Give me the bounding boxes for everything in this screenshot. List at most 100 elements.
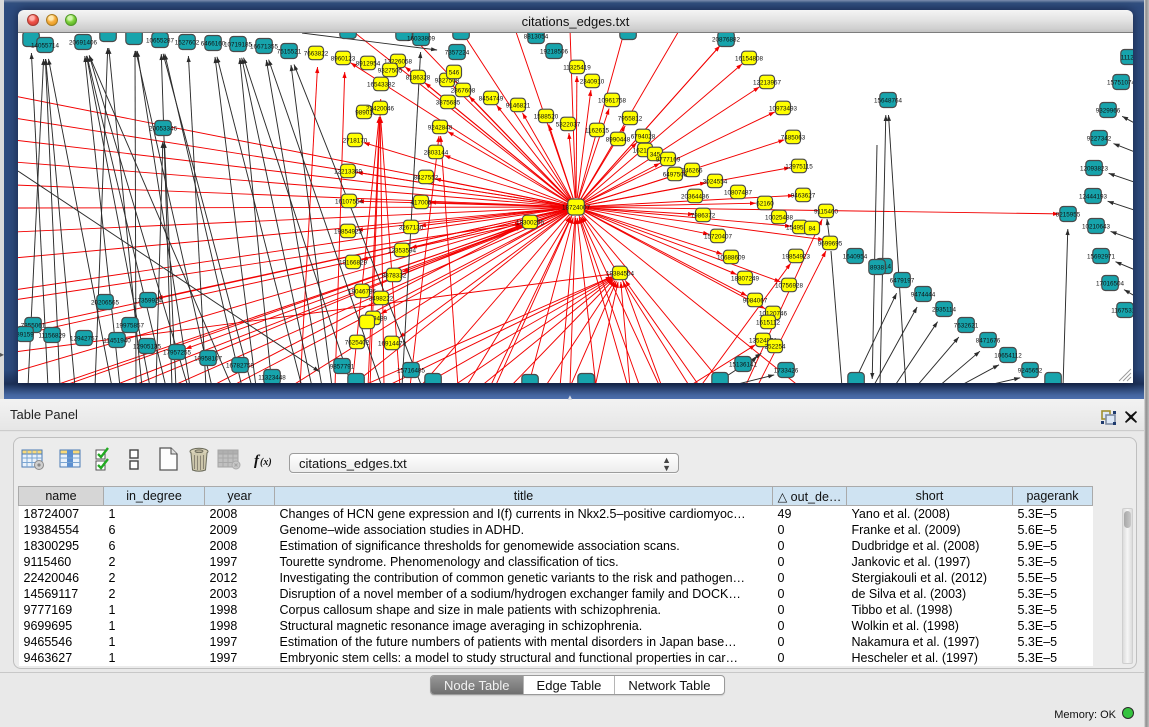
svg-text:1733426: 1733426 xyxy=(774,367,799,374)
svg-text:12905135: 12905135 xyxy=(133,343,162,350)
svg-text:9245652: 9245652 xyxy=(1018,367,1043,374)
svg-text:10958107: 10958107 xyxy=(194,355,223,362)
svg-text:1588520: 1588520 xyxy=(534,113,559,120)
svg-text:10210643: 10210643 xyxy=(1082,223,1111,230)
svg-text:10655287: 10655287 xyxy=(146,37,175,44)
svg-text:8813054: 8813054 xyxy=(524,33,549,40)
svg-text:11325419: 11325419 xyxy=(563,64,591,71)
svg-text:19854923: 19854923 xyxy=(782,253,811,260)
svg-text:9463627: 9463627 xyxy=(791,192,816,199)
svg-text:3498222: 3498222 xyxy=(369,295,394,302)
svg-text:20206565: 20206565 xyxy=(91,299,120,306)
svg-text:16033809: 16033809 xyxy=(407,35,436,42)
svg-text:6794028: 6794028 xyxy=(631,133,656,140)
svg-text:15692971: 15692971 xyxy=(1087,253,1116,260)
svg-text:16543382: 16543382 xyxy=(367,81,396,88)
svg-text:10688609: 10688609 xyxy=(717,254,746,261)
svg-text:8427552: 8427552 xyxy=(414,174,439,181)
svg-text:9146821: 9146821 xyxy=(506,102,531,109)
svg-text:7357224: 7357224 xyxy=(445,49,470,56)
svg-text:9327505: 9327505 xyxy=(378,67,403,74)
svg-text:11675317: 11675317 xyxy=(1111,307,1133,314)
svg-text:7515521: 7515521 xyxy=(277,48,302,55)
svg-text:20364436: 20364436 xyxy=(681,193,710,200)
svg-text:1615112: 1615112 xyxy=(756,319,781,326)
svg-text:9857791: 9857791 xyxy=(330,363,355,370)
svg-text:15716485: 15716485 xyxy=(397,367,426,374)
svg-text:8938: 8938 xyxy=(870,264,885,271)
svg-text:10807487: 10807487 xyxy=(724,189,753,196)
svg-text:9777169: 9777169 xyxy=(656,156,681,163)
svg-text:6497508: 6497508 xyxy=(663,171,688,178)
svg-text:17957255: 17957255 xyxy=(163,349,192,356)
svg-text:19166829: 19166829 xyxy=(339,259,368,266)
svg-text:(x): (x) xyxy=(260,457,272,468)
svg-text:19854923: 19854923 xyxy=(334,228,363,235)
svg-text:12213369: 12213369 xyxy=(334,168,363,175)
svg-text:8990448: 8990448 xyxy=(606,136,631,143)
svg-text:20053346: 20053346 xyxy=(149,125,178,132)
svg-text:10025488: 10025488 xyxy=(765,214,794,221)
svg-text:18724007: 18724007 xyxy=(562,204,591,211)
svg-text:9242848: 9242848 xyxy=(428,124,453,131)
svg-text:15136141: 15136141 xyxy=(729,361,758,368)
svg-text:19975857: 19975857 xyxy=(116,322,145,329)
svg-text:2935114: 2935114 xyxy=(932,306,957,313)
svg-text:6479197: 6479197 xyxy=(890,277,915,284)
svg-text:7955812: 7955812 xyxy=(618,115,643,122)
svg-text:17359924: 17359924 xyxy=(134,297,163,304)
svg-text:2803144: 2803144 xyxy=(424,149,449,156)
svg-text:12975115: 12975115 xyxy=(785,163,813,170)
svg-text:7485063: 7485063 xyxy=(781,134,806,141)
svg-text:1640954: 1640954 xyxy=(843,253,868,260)
svg-text:10961758: 10961758 xyxy=(598,97,627,104)
svg-text:15751074: 15751074 xyxy=(1107,79,1133,86)
svg-text:8471676: 8471676 xyxy=(976,337,1001,344)
svg-text:16107554: 16107554 xyxy=(335,198,364,205)
svg-text:546: 546 xyxy=(449,69,460,76)
svg-text:2867608: 2867608 xyxy=(451,87,476,94)
svg-text:7625402: 7625402 xyxy=(345,339,370,346)
svg-text:3875685: 3875685 xyxy=(436,99,461,106)
svg-text:84: 84 xyxy=(808,225,816,232)
svg-text:19384554: 19384554 xyxy=(606,270,635,277)
svg-text:23420046: 23420046 xyxy=(366,105,395,112)
svg-text:11323448: 11323448 xyxy=(258,374,286,381)
svg-text:9329966: 9329966 xyxy=(1096,107,1121,114)
svg-text:16782759: 16782759 xyxy=(226,362,255,369)
svg-text:7663822: 7663822 xyxy=(304,50,329,57)
svg-text:8878332: 8878332 xyxy=(382,272,407,279)
svg-text:10756928: 10756928 xyxy=(775,282,804,289)
svg-text:3267130: 3267130 xyxy=(399,224,424,231)
svg-text:8186328: 8186328 xyxy=(406,74,431,81)
svg-text:8912954: 8912954 xyxy=(356,60,381,67)
svg-text:11156829: 11156829 xyxy=(38,332,66,339)
svg-text:252254: 252254 xyxy=(764,343,786,350)
svg-text:8215955: 8215955 xyxy=(1056,211,1081,218)
svg-text:8960123: 8960123 xyxy=(331,55,356,62)
svg-text:16671355: 16671355 xyxy=(250,43,279,50)
svg-text:2340910: 2340910 xyxy=(580,78,605,85)
svg-text:20876882: 20876882 xyxy=(712,36,741,43)
svg-text:12213967: 12213967 xyxy=(753,79,782,86)
svg-text:7632621: 7632621 xyxy=(954,322,979,329)
svg-text:14055714: 14055714 xyxy=(31,42,60,49)
svg-text:10719185: 10719185 xyxy=(224,41,253,48)
svg-text:9227342: 9227342 xyxy=(1087,135,1112,142)
svg-text:2718170: 2718170 xyxy=(343,137,368,144)
svg-text:10654112: 10654112 xyxy=(994,352,1022,359)
svg-text:15648764: 15648764 xyxy=(874,97,903,104)
svg-text:39159: 39159 xyxy=(18,331,34,338)
svg-text:12444193: 12444193 xyxy=(1079,193,1108,200)
svg-text:18300295: 18300295 xyxy=(516,219,545,226)
svg-text:18807249: 18807249 xyxy=(731,275,760,282)
svg-text:9115460: 9115460 xyxy=(814,208,839,215)
svg-text:11451940: 11451940 xyxy=(103,337,131,344)
svg-text:16154808: 16154808 xyxy=(735,55,764,62)
svg-text:15720407: 15720407 xyxy=(704,233,733,240)
svg-text:1527602: 1527602 xyxy=(175,39,200,46)
svg-text:10973493: 10973493 xyxy=(769,105,798,112)
svg-text:7986372: 7986372 xyxy=(691,212,716,219)
svg-text:5322037: 5322037 xyxy=(556,121,581,128)
svg-text:417006: 417006 xyxy=(410,199,432,206)
